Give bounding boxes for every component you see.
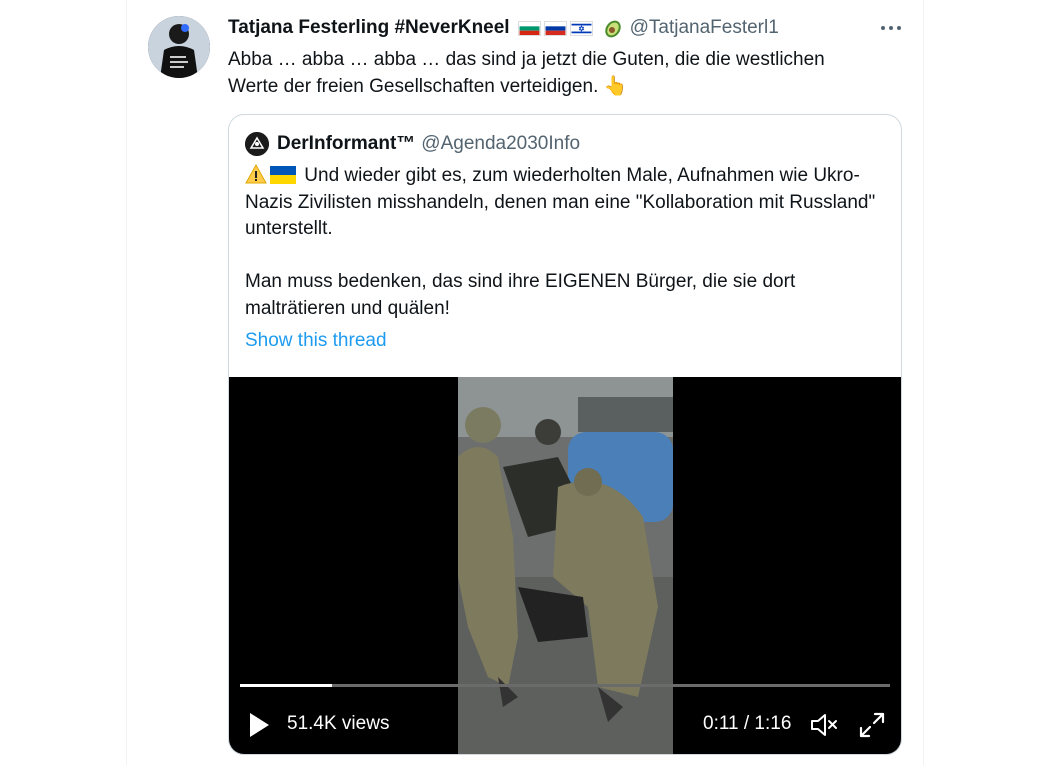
warning-icon [245, 164, 267, 184]
author-avatar[interactable] [148, 16, 210, 78]
fullscreen-icon[interactable] [858, 711, 886, 739]
author-name-flags [517, 17, 624, 39]
volume-muted-icon[interactable] [809, 710, 839, 740]
quoted-author-name: DerInformant™ [277, 133, 416, 154]
timeline-right-border [923, 0, 924, 765]
video-player[interactable]: 51.4K views 0:11 / 1:16 [229, 377, 901, 754]
quoted-tweet-header: DerInformant™ @Agenda2030Info [245, 131, 580, 157]
quoted-paragraph-1: Und wieder gibt es, zum wiederholten Mal… [245, 165, 876, 239]
more-options-icon[interactable] [878, 17, 904, 39]
quoted-tweet-text: Und wieder gibt es, zum wiederholten Mal… [245, 163, 885, 322]
video-thumbnail [458, 377, 673, 754]
quoted-avatar-image [245, 132, 269, 156]
quoted-tweet[interactable]: DerInformant™ @Agenda2030Info Und wieder… [228, 114, 902, 755]
timeline-left-border [126, 0, 127, 765]
tweet-text: Abba … abba … abba … das sind ja jetzt d… [228, 49, 825, 97]
show-thread-link[interactable]: Show this thread [245, 330, 387, 352]
video-time: 0:11 / 1:16 [703, 713, 792, 734]
play-icon[interactable] [247, 711, 271, 739]
ukraine-flag-icon [270, 166, 296, 184]
author-handle[interactable]: @TatjanaFesterl1 [630, 17, 779, 39]
russia-flag-icon [543, 20, 567, 36]
avatar-image [148, 16, 210, 78]
author-name[interactable]: Tatjana Festerling #NeverKneel [228, 17, 510, 39]
video-frame [458, 377, 673, 754]
video-views: 51.4K views [287, 713, 390, 734]
quoted-paragraph-2: Man muss bedenken, das sind ihre EIGENEN… [245, 271, 796, 319]
israel-flag-icon [569, 20, 593, 36]
video-progress-bar[interactable] [240, 684, 890, 687]
quoted-author-handle: @Agenda2030Info [421, 133, 581, 154]
quoted-author-avatar[interactable] [245, 132, 269, 156]
video-progress-fill [240, 684, 333, 687]
tweet-header: Tatjana Festerling #NeverKneel @TatjanaF… [228, 14, 779, 42]
bulgaria-flag-icon [517, 20, 541, 36]
avocado-icon [604, 20, 621, 38]
